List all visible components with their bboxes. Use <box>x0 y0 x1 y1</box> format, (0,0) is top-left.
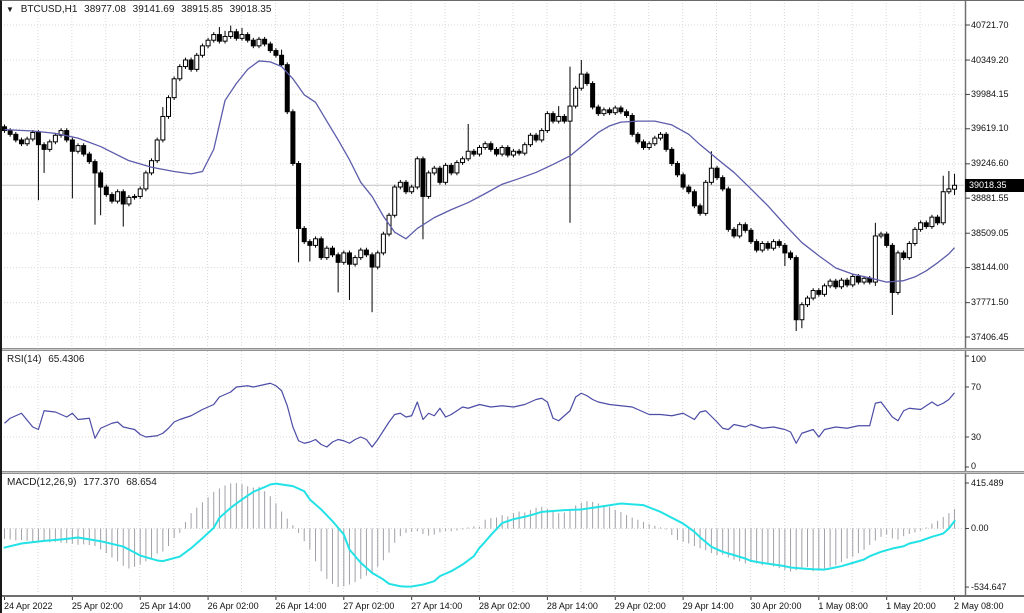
time-axis-label: 2 May 08:00 <box>954 601 1004 611</box>
price-axis-label: 40721.70 <box>971 20 1009 31</box>
time-axis-label: 25 Apr 14:00 <box>140 601 191 611</box>
time-axis-label: 28 Apr 14:00 <box>547 601 598 611</box>
rsi-label: RSI(14) <box>7 354 41 365</box>
macd-axis-label: 415.489 <box>971 478 1004 489</box>
time-axis-label: 27 Apr 02:00 <box>343 601 394 611</box>
time-axis-label: 1 May 08:00 <box>818 601 868 611</box>
macd-label: MACD(12,26,9) <box>7 477 76 488</box>
macd-indicator-title: MACD(12,26,9) 177.370 68.654 <box>7 477 161 488</box>
ohlc-high: 39141.69 <box>133 4 175 15</box>
panel-separator[interactable] <box>2 348 1024 351</box>
price-axis-label: 38881.55 <box>971 193 1009 204</box>
rsi-axis-label: 100 <box>971 354 986 365</box>
macd-main-value: 177.370 <box>83 477 119 488</box>
price-axis-label: 37406.45 <box>971 332 1009 343</box>
price-axis-label: 40349.20 <box>971 55 1009 66</box>
rsi-current-value: 65.4306 <box>48 354 84 365</box>
rsi-axis-label: 30 <box>971 432 981 443</box>
time-axis-label: 24 Apr 2022 <box>4 601 53 611</box>
time-axis-separator <box>2 595 1024 597</box>
rsi-indicator-title: RSI(14) 65.4306 <box>7 354 88 365</box>
chart-window: ▼ BTCUSD,H1 38977.08 39141.69 38915.85 3… <box>0 0 1024 613</box>
rsi-axis-label: 70 <box>971 382 981 393</box>
time-axis-label: 29 Apr 14:00 <box>683 601 734 611</box>
time-axis-label: 29 Apr 02:00 <box>615 601 666 611</box>
time-axis-label: 26 Apr 14:00 <box>275 601 326 611</box>
price-axis-label: 38144.00 <box>971 262 1009 273</box>
time-axis-label: 28 Apr 02:00 <box>479 601 530 611</box>
price-axis-label: 39246.60 <box>971 158 1009 169</box>
macd-signal-value: 68.654 <box>126 477 157 488</box>
rsi-axis-label: 0 <box>971 461 976 472</box>
time-axis-label: 25 Apr 02:00 <box>72 601 123 611</box>
price-axis-label: 37771.50 <box>971 297 1009 308</box>
ohlc-open: 38977.08 <box>84 4 126 15</box>
time-axis-label: 1 May 20:00 <box>886 601 936 611</box>
macd-axis-label: -534.647 <box>971 582 1007 593</box>
time-axis-label: 27 Apr 14:00 <box>411 601 462 611</box>
time-axis-label: 30 Apr 20:00 <box>750 601 801 611</box>
symbol-period-label: BTCUSD,H1 <box>21 4 78 15</box>
current-price-tag: 39018.35 <box>965 179 1024 192</box>
price-axis-label: 39619.10 <box>971 123 1009 134</box>
time-axis-label: 26 Apr 02:00 <box>208 601 259 611</box>
macd-axis-label: 0.00 <box>971 523 989 534</box>
ohlc-low: 38915.85 <box>181 4 223 15</box>
price-axis-label: 38509.05 <box>971 228 1009 239</box>
chart-canvas[interactable] <box>2 1 1024 613</box>
chart-header: ▼ BTCUSD,H1 38977.08 39141.69 38915.85 3… <box>6 4 275 15</box>
ohlc-close: 39018.35 <box>230 4 272 15</box>
panel-separator[interactable] <box>2 471 1024 474</box>
price-axis-label: 39984.15 <box>971 89 1009 100</box>
symbol-marker-icon: ▼ <box>6 5 14 14</box>
